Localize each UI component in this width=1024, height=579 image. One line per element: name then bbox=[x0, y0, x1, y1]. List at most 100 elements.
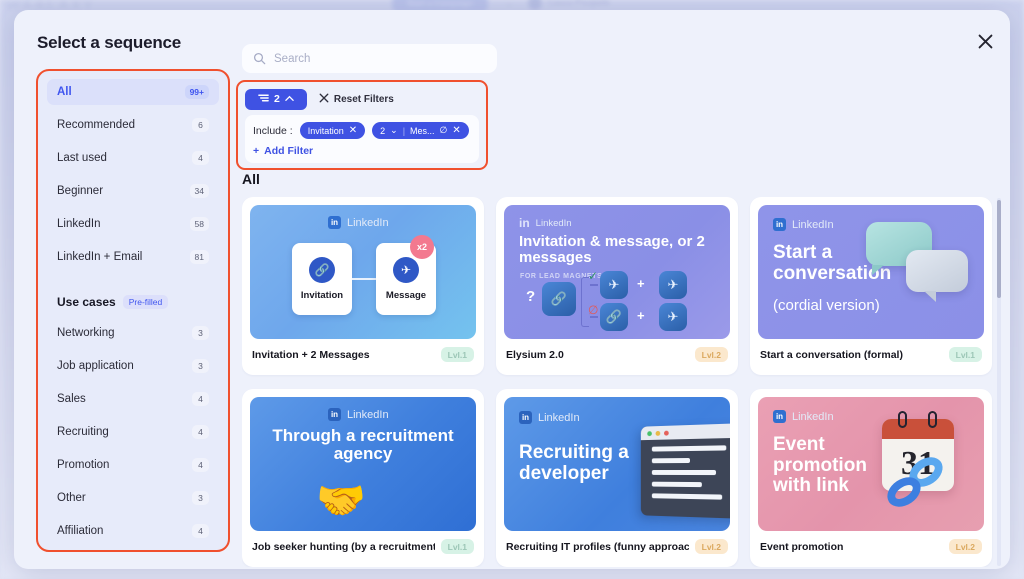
sidebar-item-all[interactable]: All 99+ bbox=[47, 79, 219, 105]
flow-connector bbox=[352, 278, 376, 280]
sequence-card-event-promotion[interactable]: in LinkedIn Event promotion with link 31… bbox=[750, 389, 992, 567]
filter-chip-label: Invitation bbox=[307, 125, 344, 136]
screen: WAALAXY Start a Campaign ☼ Laura Poujade… bbox=[0, 0, 1024, 579]
card-footer: Invitation + 2 Messages Lvl.1 bbox=[250, 347, 476, 362]
filter-chip-messages[interactable]: 2 ⌄ | Mes... ∅ ✕ bbox=[372, 122, 469, 139]
sequence-card-invitation-2-messages[interactable]: in LinkedIn 🔗 Invitation ✈ Message x2 In… bbox=[242, 197, 484, 375]
linkedin-tag: in LinkedIn bbox=[773, 410, 834, 423]
sidebar-item-label: Recruiting bbox=[57, 426, 109, 438]
include-row: Include : Invitation ✕ 2 ⌄ | Mes... ∅ ✕ bbox=[253, 122, 471, 139]
chevron-down-icon[interactable]: ⌄ bbox=[390, 125, 398, 136]
page-title: Select a sequence bbox=[37, 33, 182, 52]
flow-node-label: Invitation bbox=[300, 290, 344, 301]
sidebar-item-count: 4 bbox=[192, 524, 209, 538]
search-icon bbox=[253, 52, 266, 65]
question-mark: ? bbox=[526, 288, 536, 305]
card-visual: in LinkedIn Recruiting a developer bbox=[504, 397, 730, 531]
close-x-icon[interactable]: ✕ bbox=[349, 125, 357, 136]
linkedin-icon: in bbox=[519, 411, 532, 424]
link-icon: 🔗 bbox=[600, 303, 628, 331]
add-filter-label: Add Filter bbox=[264, 145, 314, 157]
sidebar-item-recommended[interactable]: Recommended 6 bbox=[47, 112, 219, 138]
window-dot-red bbox=[664, 430, 669, 436]
card-title: Invitation + 2 Messages bbox=[252, 348, 370, 361]
linkedin-tag: in LinkedIn bbox=[519, 411, 580, 424]
level-badge: Lvl.1 bbox=[440, 539, 474, 554]
card-title: Event promotion bbox=[760, 540, 844, 553]
sidebar-item-label: Last used bbox=[57, 152, 107, 164]
sidebar-item-count: 99+ bbox=[184, 85, 209, 99]
sidebar-item-count: 34 bbox=[189, 184, 209, 198]
sidebar-item-label: Promotion bbox=[57, 459, 110, 471]
card-title: Start a conversation (formal) bbox=[760, 348, 903, 361]
sidebar-item-affiliation[interactable]: Affiliation 4 bbox=[47, 518, 219, 544]
filter-chip-invitation[interactable]: Invitation ✕ bbox=[299, 122, 366, 139]
reset-filters-button[interactable]: Reset Filters bbox=[319, 93, 394, 106]
visual-title: Event promotion with link bbox=[773, 434, 867, 497]
linkedin-icon: in bbox=[773, 410, 786, 423]
code-line bbox=[651, 469, 717, 476]
sidebar-divider bbox=[47, 277, 219, 291]
flow-node-label: Message bbox=[385, 290, 427, 301]
level-badge: Lvl.1 bbox=[440, 347, 474, 362]
search-bar[interactable] bbox=[242, 44, 497, 73]
close-x-icon bbox=[319, 93, 329, 106]
filter-chip-count: 2 bbox=[380, 125, 386, 136]
sequence-card-recruiting-it-profiles[interactable]: in LinkedIn Recruiting a developer Recru… bbox=[496, 389, 738, 567]
sequence-card-start-a-conversation[interactable]: in LinkedIn Start a conversation (cordia… bbox=[750, 197, 992, 375]
sidebar-item-linkedin-email[interactable]: LinkedIn + Email 81 bbox=[47, 244, 219, 270]
send-icon: ✈ bbox=[393, 257, 419, 283]
card-footer: Event promotion Lvl.2 bbox=[758, 539, 984, 554]
level-badge: Lvl.2 bbox=[694, 539, 728, 554]
sidebar-item-label: Beginner bbox=[57, 185, 104, 197]
sequence-card-elysium-2-0[interactable]: in LinkedIn Invitation & message, or 2 m… bbox=[496, 197, 738, 375]
code-window-icon bbox=[640, 423, 730, 519]
card-visual: in LinkedIn Invitation & message, or 2 m… bbox=[504, 205, 730, 339]
search-input[interactable] bbox=[274, 52, 464, 65]
avatar[interactable] bbox=[528, 0, 542, 10]
sidebar-item-count: 4 bbox=[192, 425, 209, 439]
sidebar-item-networking[interactable]: Networking 3 bbox=[47, 320, 219, 346]
filter-toolbar: 2 Reset Filters bbox=[245, 88, 479, 110]
sidebar-item-recruiting[interactable]: Recruiting 4 bbox=[47, 419, 219, 445]
visual-title: Through a recruitment agency bbox=[272, 426, 454, 464]
card-title: Recruiting IT profiles (funny approach) bbox=[506, 540, 689, 553]
visual-title: Recruiting a developer bbox=[519, 442, 629, 484]
card-visual: in LinkedIn 🔗 Invitation ✈ Message x2 bbox=[250, 205, 476, 339]
window-dot-yellow bbox=[655, 430, 661, 436]
sidebar-item-linkedin[interactable]: LinkedIn 58 bbox=[47, 211, 219, 237]
reset-filters-label: Reset Filters bbox=[333, 93, 394, 105]
sidebar-item-count: 6 bbox=[192, 118, 209, 132]
linkedin-label: LinkedIn bbox=[347, 216, 389, 229]
user-name[interactable]: Laura Poujade bbox=[548, 0, 610, 7]
card-title: Elysium 2.0 bbox=[506, 348, 564, 361]
filter-toggle-button[interactable]: 2 bbox=[245, 88, 307, 110]
sidebar-item-count: 4 bbox=[192, 151, 209, 165]
close-icon bbox=[978, 34, 992, 48]
visual-title: Invitation & message, or 2 messages bbox=[519, 233, 705, 267]
sidebar-item-promotion[interactable]: Promotion 4 bbox=[47, 452, 219, 478]
sidebar-item-other[interactable]: Other 3 bbox=[47, 485, 219, 511]
filter-chip-label: Mes... bbox=[410, 125, 435, 136]
category-sidebar: All 99+ Recommended 6 Last used 4 Beginn… bbox=[36, 69, 230, 552]
sidebar-item-label: Sales bbox=[57, 393, 86, 405]
add-filter-button[interactable]: + Add Filter bbox=[253, 145, 313, 157]
level-badge: Lvl.2 bbox=[948, 539, 982, 554]
sequence-card-job-seeker-hunting[interactable]: in LinkedIn Through a recruitment agency… bbox=[242, 389, 484, 567]
linkedin-label: LinkedIn bbox=[347, 408, 389, 421]
close-x-icon[interactable]: ✕ bbox=[452, 125, 460, 136]
sidebar-item-last-used[interactable]: Last used 4 bbox=[47, 145, 219, 171]
filter-count: 2 bbox=[274, 93, 280, 105]
sidebar-item-count: 4 bbox=[192, 392, 209, 406]
select-sequence-modal: Select a sequence All 99+ Recommended 6 … bbox=[14, 10, 1010, 569]
linkedin-tag: in LinkedIn bbox=[328, 216, 389, 229]
sidebar-item-job-application[interactable]: Job application 3 bbox=[47, 353, 219, 379]
not-allowed-icon[interactable]: ∅ bbox=[440, 125, 448, 136]
bell-icon[interactable]: ☼ bbox=[505, 0, 513, 9]
sidebar-item-beginner[interactable]: Beginner 34 bbox=[47, 178, 219, 204]
card-visual: in LinkedIn Start a conversation (cordia… bbox=[758, 205, 984, 339]
close-button[interactable] bbox=[970, 26, 1000, 56]
sidebar-item-sales[interactable]: Sales 4 bbox=[47, 386, 219, 412]
handshake-icon: 🤝 bbox=[316, 479, 366, 523]
grid-scrollbar-thumb[interactable] bbox=[997, 200, 1001, 298]
